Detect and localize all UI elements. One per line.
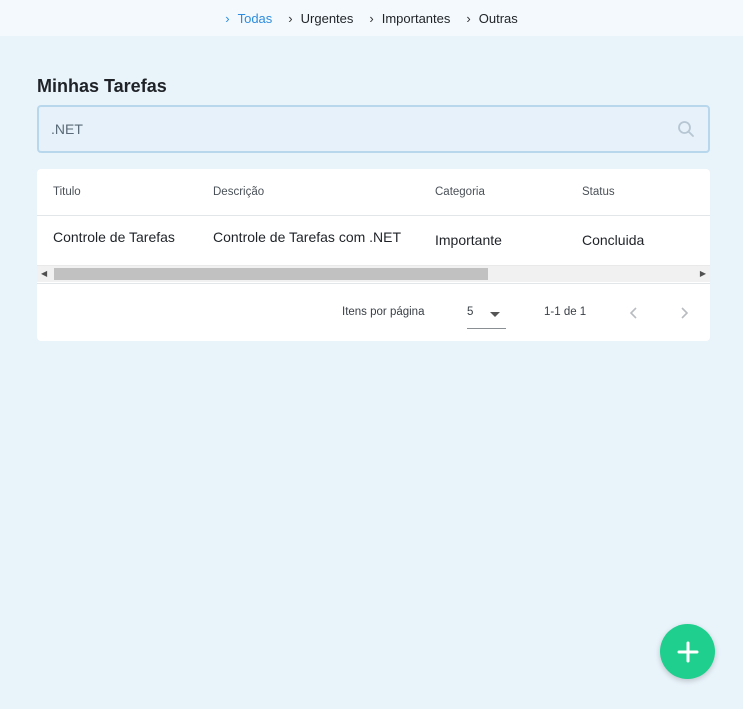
- chevron-right-icon: ›: [466, 10, 471, 26]
- search-box: [37, 105, 710, 153]
- cell-descricao: Controle de Tarefas com .NET: [213, 229, 402, 245]
- plus-icon: [677, 641, 698, 662]
- page-range-label: 1-1 de 1: [544, 306, 587, 318]
- nav-item-label: Urgentes: [300, 10, 354, 26]
- horizontal-scrollbar[interactable]: ◀ ▶: [37, 265, 710, 282]
- caret-down-icon: [490, 312, 500, 317]
- nav-item-outras[interactable]: › Outras: [466, 11, 517, 26]
- column-header-status[interactable]: Status: [582, 186, 615, 198]
- chevron-right-icon: [681, 307, 689, 319]
- table-header: Titulo Descrição Categoria Status: [37, 169, 710, 216]
- nav-item-importantes[interactable]: › Importantes: [369, 11, 450, 26]
- column-header-titulo[interactable]: Titulo: [53, 186, 81, 198]
- tasks-table-card: Titulo Descrição Categoria Status Contro…: [37, 169, 710, 341]
- next-page-button[interactable]: [672, 301, 696, 325]
- nav-item-label: Todas: [237, 10, 273, 26]
- page-title: Minhas Tarefas: [37, 76, 167, 96]
- cell-titulo: Controle de Tarefas: [53, 229, 175, 245]
- paginator: Itens por página 5 1-1 de 1: [37, 283, 710, 341]
- page-size-select[interactable]: 5: [467, 302, 506, 329]
- previous-page-button[interactable]: [622, 301, 646, 325]
- chevron-right-icon: ›: [288, 10, 293, 26]
- scrollbar-thumb[interactable]: [54, 268, 488, 280]
- nav-item-todas[interactable]: › Todas: [225, 11, 272, 26]
- nav-item-label: Outras: [478, 10, 518, 26]
- chevron-right-icon: ›: [369, 10, 374, 26]
- add-task-button[interactable]: [660, 624, 715, 679]
- top-navigation: › Todas › Urgentes › Importantes › Outra…: [0, 0, 743, 36]
- column-header-categoria[interactable]: Categoria: [435, 186, 485, 198]
- nav-item-label: Importantes: [381, 10, 451, 26]
- items-per-page-label: Itens por página: [342, 306, 425, 318]
- cell-categoria: Importante: [435, 232, 502, 248]
- scroll-right-icon[interactable]: ▶: [700, 269, 706, 278]
- cell-status: Concluida: [582, 232, 645, 248]
- column-header-descricao[interactable]: Descrição: [213, 186, 264, 198]
- table-row[interactable]: Controle de Tarefas Controle de Tarefas …: [37, 216, 710, 264]
- page-size-value: 5: [467, 306, 474, 318]
- search-input[interactable]: [51, 121, 676, 137]
- search-icon[interactable]: [676, 119, 696, 139]
- scroll-left-icon[interactable]: ◀: [41, 269, 47, 278]
- nav-item-urgentes[interactable]: › Urgentes: [288, 11, 353, 26]
- chevron-right-icon: ›: [225, 10, 230, 26]
- chevron-left-icon: [629, 307, 637, 319]
